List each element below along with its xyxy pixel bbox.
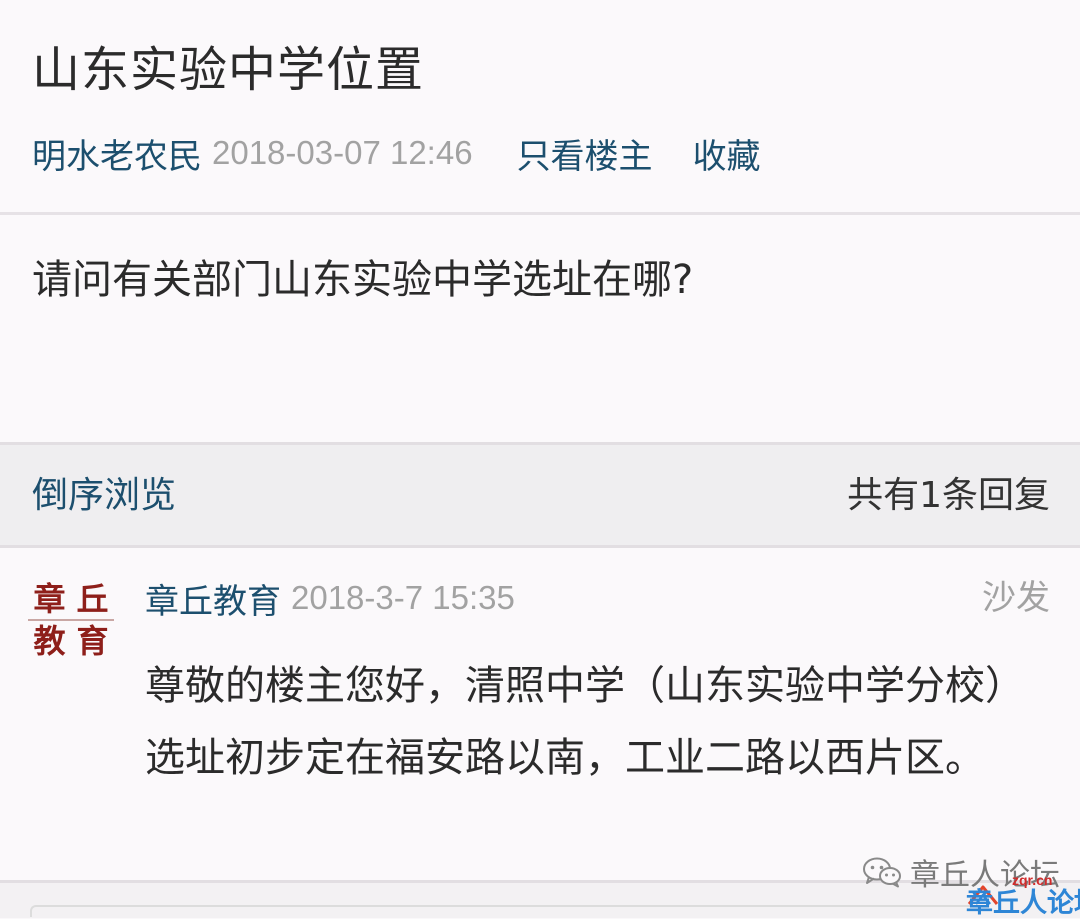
avatar-divider [28,619,114,621]
only-op-button[interactable]: 只看楼主 [517,129,653,178]
logo-name: 章丘人论坛 [966,888,1080,919]
reply-author-link[interactable]: 章丘教育 [145,574,281,623]
avatar-char: 章 [33,580,66,618]
floor-label: 沙发 [982,578,1050,618]
post-date: 2018-03-07 12:46 [212,134,473,171]
post-title: 山东实验中学位置 [32,42,425,98]
avatar-char: 丘 [76,580,109,618]
post-meta: 明水老农民 2018-03-07 12:46 只看楼主 收藏 [32,128,761,178]
favorite-button[interactable]: 收藏 [693,129,761,178]
reply-meta: 章丘教育 2018-3-7 15:35 [145,574,515,622]
reply-count: 共有1条回复 [847,475,1050,516]
reverse-order-button[interactable]: 倒序浏览 [32,470,176,522]
post-header [0,0,1080,212]
reply-content: 尊敬的楼主您好，清照中学（山东实验中学分校）选址初步定在福安路以南，工业二路以西… [145,663,1025,781]
avatar-char: 育 [76,622,109,660]
post-author-link[interactable]: 明水老农民 [32,129,202,178]
wechat-icon [863,857,901,888]
post-content: 请问有关部门山东实验中学选址在哪? [32,257,694,303]
avatar-char: 教 [33,622,66,660]
next-card-outline [30,905,972,917]
reply-date: 2018-3-7 15:35 [291,579,515,616]
logo-domain: zqr.cn [1012,872,1053,888]
